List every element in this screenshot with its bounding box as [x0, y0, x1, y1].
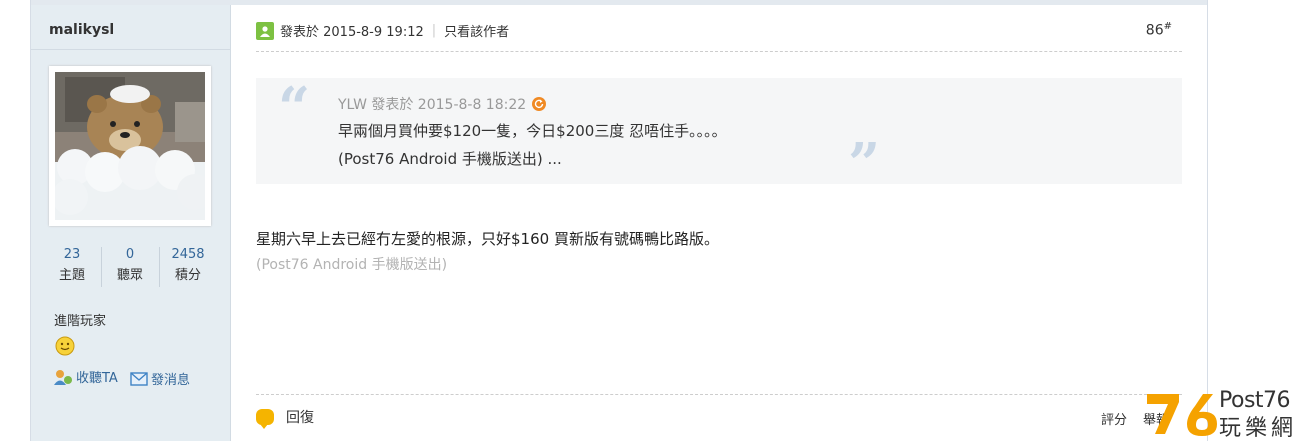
quote-open-mark: “	[278, 75, 311, 141]
stat-points[interactable]: 2458 積分	[159, 245, 217, 287]
post-meta: 發表於 2015-8-9 19:12 | 只看該作者	[256, 21, 509, 40]
reply-button[interactable]: 回復	[256, 407, 314, 429]
stat-points-label[interactable]: 積分	[159, 265, 217, 287]
floor-hash: #	[1163, 21, 1172, 32]
rate-button[interactable]: 評分	[1101, 409, 1127, 428]
post-main: 發表於 2015-8-9 19:12 | 只看該作者 86# “ YLW 發表於…	[231, 5, 1207, 441]
post-body: 星期六早上去已經冇左愛的根源，只好$160 買新版有號碼鴨比路版。	[256, 230, 719, 248]
follow-icon	[54, 369, 72, 385]
floor-number[interactable]: 86#	[1146, 21, 1172, 39]
quote-text-line: (Post76 Android 手機版送出) ...	[338, 150, 562, 168]
envelope-icon	[130, 371, 148, 386]
online-user-icon	[256, 21, 274, 40]
follow-label[interactable]: 收聽TA	[76, 367, 118, 386]
quote-author-time: YLW 發表於 2015-8-8 18:22	[338, 97, 527, 113]
separator: |	[431, 23, 437, 38]
stat-followers-label[interactable]: 聽眾	[101, 265, 159, 287]
smiley-medal-icon	[55, 336, 75, 360]
quote-close-mark: ”	[848, 131, 881, 197]
post76-logo-watermark: Post76 玩樂網	[1145, 388, 1314, 441]
teddy-bear-image	[55, 72, 205, 220]
logo-chinese-text: 玩樂網	[1219, 416, 1298, 441]
goto-post-icon[interactable]	[532, 97, 547, 111]
stat-threads[interactable]: 23 主題	[43, 245, 101, 287]
only-author-link[interactable]: 只看該作者	[444, 21, 509, 40]
follow-button[interactable]: 收聽TA	[53, 367, 118, 386]
divider	[31, 49, 230, 50]
message-button[interactable]: 發消息	[130, 369, 190, 388]
stat-followers[interactable]: 0 聽眾	[101, 245, 159, 287]
divider	[256, 394, 1182, 395]
stat-followers-value[interactable]: 0	[101, 245, 159, 265]
quote-block: “ YLW 發表於 2015-8-8 18:22 早兩個月買仲要$120一隻，今…	[256, 75, 1182, 192]
stat-threads-label[interactable]: 主題	[43, 265, 101, 287]
stat-points-value[interactable]: 2458	[159, 245, 217, 265]
author-sidebar: malikysl 23 主題 0 聽眾 2458 積分 進階玩家 收聽TA 發消…	[31, 5, 231, 441]
reply-bubble-icon	[256, 409, 274, 429]
author-username[interactable]: malikysl	[49, 22, 114, 38]
post-signature[interactable]: (Post76 Android 手機版送出)	[256, 254, 447, 274]
quote-text-line: 早兩個月買仲要$120一隻，今日$200三度 忍唔住手。。。。	[338, 122, 727, 140]
author-stats: 23 主題 0 聽眾 2458 積分	[31, 245, 230, 290]
stat-threads-value[interactable]: 23	[43, 245, 101, 265]
floor-value[interactable]: 86	[1146, 23, 1164, 39]
posted-time: 發表於 2015-8-9 19:12	[280, 25, 424, 40]
user-rank: 進階玩家	[54, 314, 107, 329]
author-actions: 收聽TA 發消息	[53, 367, 198, 390]
message-label[interactable]: 發消息	[151, 369, 190, 388]
quote-header: YLW 發表於 2015-8-8 18:22	[338, 94, 547, 114]
divider	[256, 51, 1182, 52]
avatar[interactable]	[49, 66, 211, 226]
logo-76-icon	[1147, 394, 1217, 436]
reply-label[interactable]: 回復	[286, 407, 314, 427]
